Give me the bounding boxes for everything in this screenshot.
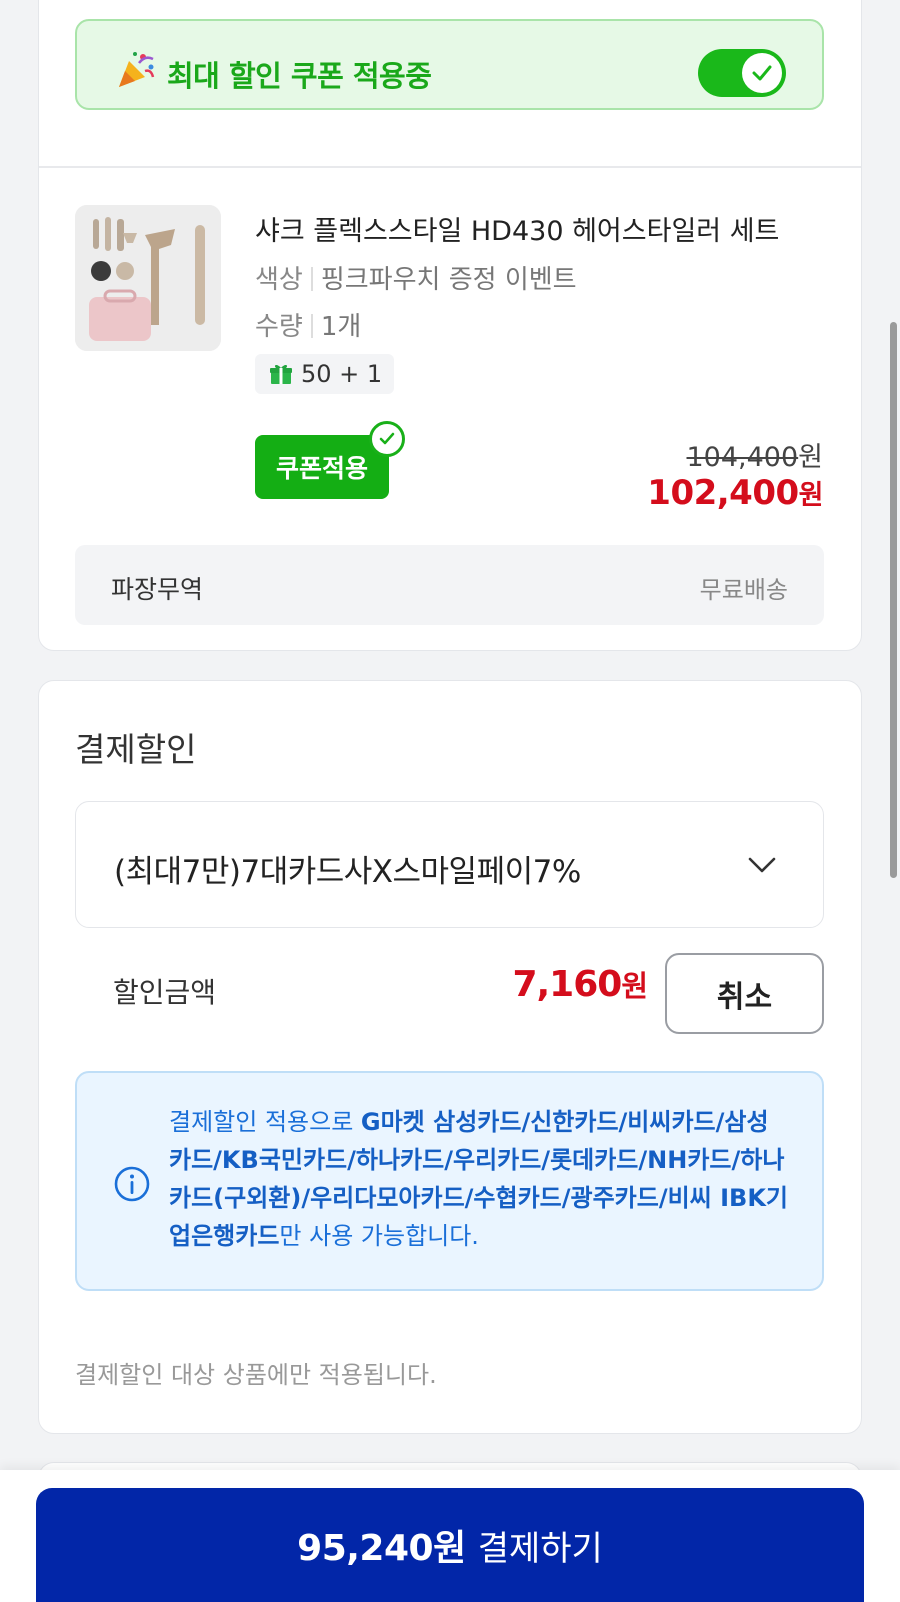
- section-divider: [39, 166, 861, 168]
- gift-icon: [270, 364, 292, 384]
- max-coupon-toggle[interactable]: [698, 49, 786, 97]
- coupon-apply-button[interactable]: 쿠폰적용: [255, 435, 389, 499]
- party-popper-icon: [115, 49, 157, 91]
- checkout-button[interactable]: 95,240원 결제하기: [36, 1488, 864, 1602]
- product-thumbnail[interactable]: [75, 205, 221, 351]
- original-price: 104,400원: [687, 435, 824, 474]
- color-key: 색상: [255, 265, 303, 295]
- discount-cancel-button[interactable]: 취소: [665, 953, 824, 1034]
- original-price-value: 104,400: [686, 442, 799, 473]
- selected-discount-option: (최대7만)7대카드사X스마일페이7%: [114, 854, 581, 890]
- payment-discount-card: 결제할인 (최대7만)7대카드사X스마일페이7% 할인금액 7,160원 취소 …: [38, 680, 862, 1434]
- max-coupon-banner[interactable]: 최대 할인 쿠폰 적용중: [75, 19, 824, 110]
- checkout-label: 결제하기: [477, 1528, 603, 1569]
- discount-info-box: 결제할인 적용으로 G마켓 삼성카드/신한카드/비씨카드/삼성카드/KB국민카드…: [75, 1071, 824, 1291]
- info-prefix: 결제할인 적용으로: [169, 1108, 361, 1136]
- shipping-info: 파장무역 무료배송: [75, 545, 824, 625]
- product-color-option: 색상 핑크파우치 증정 이벤트: [255, 259, 577, 296]
- color-value: 핑크파우치 증정 이벤트: [320, 265, 577, 295]
- qty-value: 1개: [320, 312, 362, 342]
- product-qty-option: 수량 1개: [255, 306, 361, 343]
- discount-amount: 7,160원: [512, 963, 648, 1005]
- check-icon: [752, 65, 772, 81]
- coupon-banner-text: 최대 할인 쿠폰 적용중: [167, 59, 432, 93]
- qty-key: 수량: [255, 312, 303, 342]
- shipping-fee: 무료배송: [699, 576, 788, 604]
- scrollbar[interactable]: [890, 322, 897, 878]
- checkout-bar: 95,240원 결제하기: [0, 1470, 900, 1602]
- discount-amount-label: 할인금액: [113, 976, 217, 1009]
- sale-price: 102,400원: [647, 473, 823, 513]
- sale-price-value: 102,400: [647, 473, 799, 513]
- discount-note: 결제할인 대상 상품에만 적용됩니다.: [75, 1361, 437, 1389]
- price-unit: 원: [798, 480, 824, 511]
- gift-badge-text: 50 + 1: [301, 360, 383, 388]
- product-title[interactable]: 샤크 플렉스스타일 HD430 헤어스타일러 세트: [255, 209, 815, 248]
- payment-discount-select[interactable]: (최대7만)7대카드사X스마일페이7%: [75, 801, 824, 928]
- chevron-down-icon: [748, 857, 776, 873]
- discount-info-text: 결제할인 적용으로 G마켓 삼성카드/신한카드/비씨카드/삼성카드/KB국민카드…: [169, 1103, 789, 1255]
- gift-promo-badge: 50 + 1: [255, 354, 395, 394]
- option-separator: [310, 267, 313, 291]
- discount-amount-value: 7,160: [512, 964, 622, 1005]
- section-title: 결제할인: [75, 730, 197, 769]
- discount-unit: 원: [621, 969, 648, 1003]
- info-suffix: 만 사용 가능합니다.: [279, 1222, 479, 1250]
- option-separator: [310, 314, 313, 338]
- seller-name: 파장무역: [111, 575, 204, 604]
- order-product-card: 최대 할인 쿠폰 적용중 샤크 플렉스스타일 HD430 헤어스타일러 세트 색…: [38, 0, 862, 651]
- price-unit: 원: [798, 442, 823, 473]
- info-icon: [114, 1166, 150, 1202]
- coupon-check-icon: [369, 421, 405, 457]
- checkout-amount: 95,240원: [297, 1528, 466, 1569]
- toggle-knob: [742, 53, 782, 93]
